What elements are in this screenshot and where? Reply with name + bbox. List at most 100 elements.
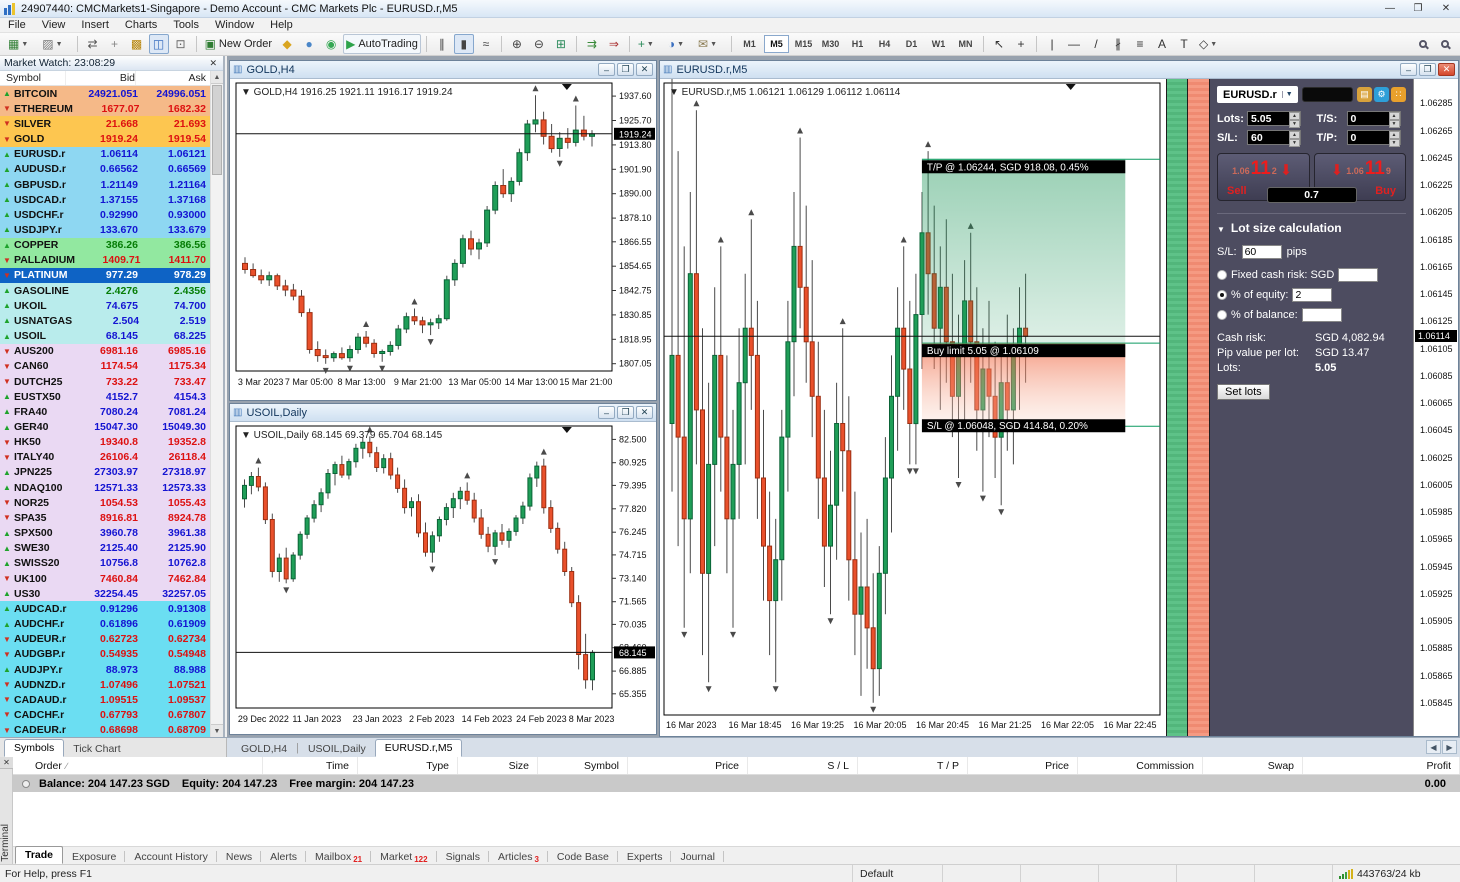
periods-list-button[interactable]: ◑▼ [665,34,693,54]
bar-chart-mode-button[interactable]: ∥ [432,34,452,54]
menu-insert[interactable]: Insert [73,18,117,32]
market-watch-row[interactable]: ▼CADEUR.r0.686980.68709 [0,723,210,737]
crosshair-tool-button[interactable]: + [1011,34,1031,54]
market-watch-row[interactable]: ▼CADAUD.r1.095151.09537 [0,692,210,707]
maximize-window-button[interactable]: ❐ [1404,0,1432,17]
navigator-toggle-button[interactable]: ▩ [127,34,147,54]
minimize-window-button[interactable]: — [1376,0,1404,17]
fibonacci-tool-button[interactable]: ≡ [1130,34,1150,54]
terminal-tab-account-history[interactable]: Account History [125,849,217,864]
market-watch-row[interactable]: ▼ITALY4026106.426118.4 [0,450,210,465]
market-watch-row[interactable]: ▼NOR251054.531055.43 [0,495,210,510]
market-watch-row[interactable]: ▼CAN601174.541175.34 [0,359,210,374]
market-watch-row[interactable]: ▲USDCHF.r0.929900.93000 [0,207,210,222]
market-watch-row[interactable]: ▼AUDGBP.r0.549350.54948 [0,647,210,662]
set-lots-button[interactable]: Set lots [1217,384,1270,400]
market-watch-row[interactable]: ▼PALLADIUM1409.711411.70 [0,253,210,268]
risk-option-input-0[interactable] [1338,268,1378,282]
eurusd-chart-canvas[interactable]: T/P @ 1.06244, SGD 918.08, 0.45%Buy limi… [660,79,1166,736]
scroll-down-icon[interactable]: ▼ [211,724,223,737]
menu-file[interactable]: File [0,18,34,32]
eurusd-window-titlebar[interactable]: ▥ EURUSD.r,M5 – ❐ ✕ [660,61,1458,79]
column-profit[interactable]: Profit [1303,757,1460,774]
market-watch-row[interactable]: ▲COPPER386.26386.56 [0,238,210,253]
gold-window-titlebar[interactable]: ▥ GOLD,H4 – ❐ ✕ [230,61,656,79]
terminal-tab-journal[interactable]: Journal [671,849,723,864]
market-watch-row[interactable]: ▲US3032254.4532257.05 [0,586,210,601]
timeframe-d1[interactable]: D1 [899,35,924,53]
panel-orders-icon[interactable]: ▤ [1357,87,1372,102]
status-profile[interactable]: Default [852,865,942,882]
column-swap[interactable]: Swap [1203,757,1303,774]
market-watch-row[interactable]: ▲GASOLINE2.42762.4356 [0,283,210,298]
market-watch-row[interactable]: ▲AUDJPY.r88.97388.988 [0,662,210,677]
restore-button[interactable]: ❐ [617,406,634,419]
web-terminal-button[interactable]: ● [299,34,319,54]
terminal-tab-exposure[interactable]: Exposure [63,849,125,864]
tab-tick-chart[interactable]: Tick Chart [64,740,129,757]
column-commission[interactable]: Commission [1078,757,1203,774]
column-price[interactable]: Price [968,757,1078,774]
market-watch-row[interactable]: ▼HK5019340.819352.8 [0,435,210,450]
chart-window-gold[interactable]: ▥ GOLD,H4 – ❐ ✕ ▼ GOLD,H4 1916.25 1921.1… [229,60,657,401]
stop-loss-input[interactable]: 60▲▼ [1247,130,1301,145]
templates-list-button[interactable]: ✉▼ [695,34,726,54]
column-symbol[interactable]: Symbol [0,71,66,85]
radio-risk-option-0[interactable] [1217,270,1227,280]
tab-symbols[interactable]: Symbols [4,739,64,757]
chart-tab-eurusd-r-m5[interactable]: EURUSD.r,M5 [375,739,463,757]
timeframe-m15[interactable]: M15 [791,35,816,53]
data-window-toggle-button[interactable]: + [105,34,125,54]
cursor-tool-button[interactable]: ↖ [989,34,1009,54]
terminal-tab-news[interactable]: News [217,849,261,864]
market-watch-row[interactable]: ▲EURUSD.r1.061141.06121 [0,147,210,162]
column-symbol[interactable]: Symbol [538,757,628,774]
market-watch-row[interactable]: ▼DUTCH25733.22733.47 [0,374,210,389]
channel-tool-button[interactable]: ∦ [1108,34,1128,54]
tabs-scroll-right-icon[interactable]: ▶ [1442,740,1457,754]
terminal-tab-experts[interactable]: Experts [618,849,672,864]
market-watch-toggle-button[interactable]: ⇄ [83,34,103,54]
terminal-tab-trade[interactable]: Trade [15,846,63,864]
menu-help[interactable]: Help [262,18,301,32]
hline-tool-button[interactable]: — [1064,34,1084,54]
market-watch-row[interactable]: ▼AUS2006981.166985.16 [0,344,210,359]
market-watch-row[interactable]: ▲SWE302125.402125.90 [0,541,210,556]
market-watch-row[interactable]: ▼AUDEUR.r0.627230.62734 [0,632,210,647]
line-chart-mode-button[interactable]: ≈ [476,34,496,54]
chart-window-usoil[interactable]: ▥ USOIL,Daily – ❐ ✕ ▼ USOIL,Daily 68.145… [229,403,657,735]
market-watch-row[interactable]: ▲AUDCAD.r0.912960.91308 [0,601,210,616]
column-t-p[interactable]: T / P [858,757,968,774]
text-tool-button[interactable]: A [1152,34,1172,54]
radio-risk-option-2[interactable] [1217,310,1227,320]
restore-button[interactable]: ❐ [1419,63,1436,76]
market-watch-row[interactable]: ▲FRA407080.247081.24 [0,404,210,419]
minimize-button[interactable]: – [598,63,615,76]
market-watch-row[interactable]: ▲USNATGAS2.5042.519 [0,313,210,328]
usoil-window-titlebar[interactable]: ▥ USOIL,Daily – ❐ ✕ [230,404,656,422]
trendline-tool-button[interactable]: / [1086,34,1106,54]
market-watch-row[interactable]: ▲USDJPY.r133.670133.679 [0,222,210,237]
menu-charts[interactable]: Charts [117,18,165,32]
tabs-scroll-left-icon[interactable]: ◀ [1426,740,1441,754]
terminal-tab-articles[interactable]: Articles3 [489,849,548,864]
tile-windows-button[interactable]: ⊞ [551,34,571,54]
usoil-chart-canvas[interactable]: ▼ USOIL,Daily 68.145 69.379 65.704 68.14… [230,422,656,734]
market-watch-row[interactable]: ▲AUDUSD.r0.665620.66569 [0,162,210,177]
timeframe-w1[interactable]: W1 [926,35,951,53]
timeframe-m30[interactable]: M30 [818,35,843,53]
column-price[interactable]: Price [628,757,748,774]
calc-sl-pips-input[interactable]: 60 [1242,245,1282,259]
depth-of-market-button[interactable]: ◆ [277,34,297,54]
column-type[interactable]: Type [358,757,458,774]
spinner[interactable]: ▲▼ [1389,112,1400,125]
minimize-button[interactable]: – [1400,63,1417,76]
market-watch-row[interactable]: ▲SWISS2010756.810762.8 [0,556,210,571]
market-watch-row[interactable]: ▲USDCAD.r1.371551.37168 [0,192,210,207]
market-watch-row[interactable]: ▲SPX5003960.783961.38 [0,526,210,541]
terminal-tab-alerts[interactable]: Alerts [261,849,306,864]
market-watch-row[interactable]: ▲GER4015047.3015049.30 [0,419,210,434]
close-window-button[interactable]: ✕ [1432,0,1460,17]
market-watch-row[interactable]: ▼UK1007460.847462.84 [0,571,210,586]
terminal-tab-code-base[interactable]: Code Base [548,849,618,864]
